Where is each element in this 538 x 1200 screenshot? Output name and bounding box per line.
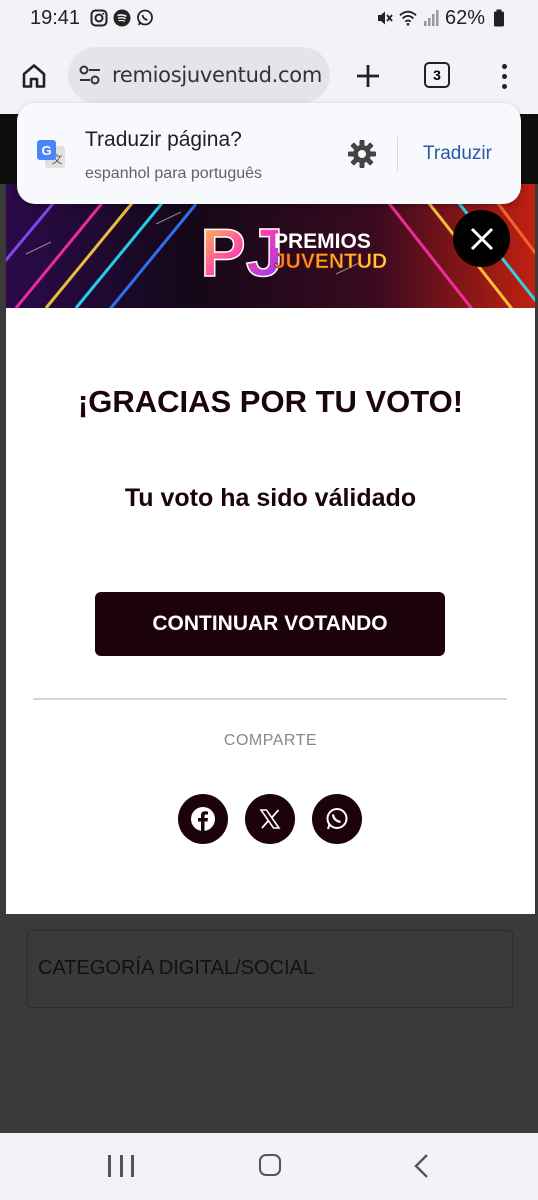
back-icon[interactable]: [410, 1153, 434, 1179]
tab-switcher-button[interactable]: 3: [424, 62, 450, 88]
google-translate-icon: 文 G: [37, 140, 65, 168]
share-x-button[interactable]: [245, 794, 295, 844]
share-facebook-button[interactable]: [178, 794, 228, 844]
facebook-icon: [191, 807, 215, 831]
notification-icons: [90, 9, 154, 27]
plus-icon: [357, 65, 379, 87]
translate-popup: 文 G Traduzir página? espanhol para portu…: [17, 103, 521, 204]
whatsapp-icon: [136, 9, 154, 27]
category-label: CATEGORÍA DIGITAL/SOCIAL: [38, 957, 314, 979]
url-text[interactable]: remiosjuventud.com: [112, 63, 322, 87]
share-label: COMPARTE: [223, 732, 318, 749]
whatsapp-icon: [326, 808, 348, 830]
recent-apps-icon[interactable]: [108, 1155, 134, 1177]
home-icon: [22, 64, 46, 88]
thanks-heading: ¡GRACIAS POR TU VOTO!: [77, 384, 464, 419]
instagram-icon: [90, 9, 108, 27]
battery-percent: 62%: [444, 6, 485, 29]
spotify-icon: [113, 9, 131, 27]
system-nav-bar: [0, 1133, 538, 1200]
divider: [33, 698, 507, 700]
vote-validated-text: Tu voto ha sido válidado: [124, 484, 417, 512]
gear-icon[interactable]: [346, 138, 378, 170]
banner-logo-mark: PJ: [200, 215, 283, 291]
mute-icon: [376, 9, 394, 27]
home-button[interactable]: [16, 58, 52, 94]
wifi-icon: [399, 9, 417, 27]
close-button[interactable]: [453, 210, 510, 267]
signal-icon: [422, 9, 440, 27]
banner-logo-juventud: JUVENTUD: [274, 250, 387, 273]
close-icon: [470, 227, 493, 250]
more-menu-icon[interactable]: [490, 58, 518, 94]
system-icons: 62%: [376, 7, 508, 30]
translate-title: Traduzir página?: [85, 128, 242, 151]
divider: [397, 137, 398, 171]
home-nav-icon[interactable]: [259, 1154, 281, 1176]
new-tab-button[interactable]: [350, 58, 386, 94]
category-card[interactable]: CATEGORÍA DIGITAL/SOCIAL: [27, 930, 513, 1008]
continue-voting-button[interactable]: CONTINUAR VOTANDO: [95, 592, 445, 656]
address-bar[interactable]: remiosjuventud.com: [68, 47, 330, 103]
status-time: 19:41: [30, 6, 81, 29]
translate-button[interactable]: Traduzir: [423, 143, 492, 165]
svg-text:G: G: [41, 143, 51, 158]
translate-languages[interactable]: espanhol para português: [85, 165, 262, 183]
share-whatsapp-button[interactable]: [312, 794, 362, 844]
battery-icon: [490, 9, 508, 27]
site-settings-icon[interactable]: [68, 47, 112, 103]
status-bar: 19:41 62%: [0, 0, 538, 36]
vote-confirmation-modal: PJ PREMIOS JUVENTUD ¡GRACIAS POR TU VOTO…: [6, 184, 535, 914]
x-icon: [259, 809, 281, 829]
